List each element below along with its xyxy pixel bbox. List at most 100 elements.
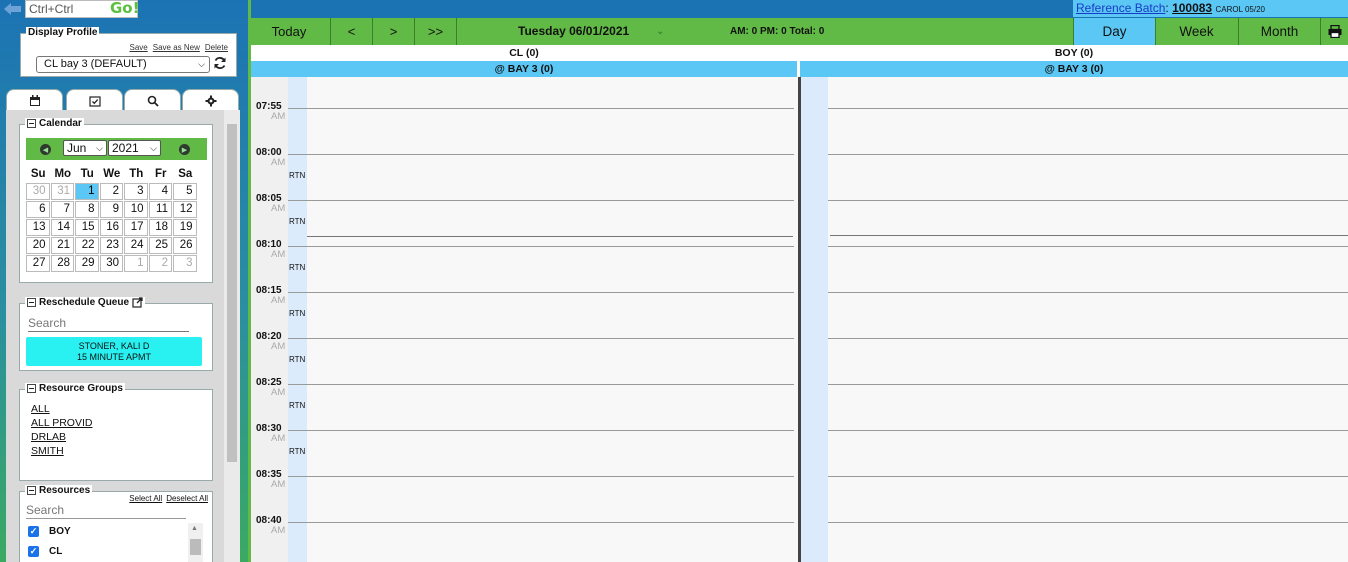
resource-search-input[interactable]: Search — [26, 502, 186, 519]
resources-scroll-thumb[interactable] — [190, 539, 201, 555]
am-label: AM — [271, 525, 286, 536]
calendar-day[interactable]: 28 — [50, 255, 74, 272]
external-link-icon[interactable] — [132, 297, 143, 308]
quick-search-bar: Ctrl+Ctrl Go! — [0, 0, 248, 18]
calendar-day[interactable]: 3 — [124, 183, 148, 200]
tab-search[interactable] — [124, 89, 181, 111]
calendar-day[interactable]: 31 — [50, 183, 74, 200]
month-view-button[interactable]: Month — [1238, 18, 1320, 45]
reschedule-queue-item[interactable]: STONER, KALI D 15 MINUTE APMT — [26, 337, 202, 366]
calendar-day[interactable]: 30 — [99, 255, 123, 272]
am-label: AM — [271, 111, 286, 122]
save-profile-link[interactable]: Save — [130, 43, 148, 52]
queue-item-name: STONER, KALI D — [78, 341, 150, 351]
calendar-day[interactable]: 17 — [124, 219, 148, 236]
chevron-down-icon[interactable]: ⌄ — [656, 26, 664, 37]
calendar-day[interactable]: 5 — [173, 183, 197, 200]
calendar-day[interactable]: 9 — [99, 201, 123, 218]
resource-groups-legend[interactable]: Resource Groups — [25, 383, 125, 394]
calendar-day[interactable]: 18 — [148, 219, 172, 236]
prev-button[interactable]: < — [331, 18, 373, 45]
calendar-day[interactable]: 14 — [50, 219, 74, 236]
resource-group-link[interactable]: ALL — [31, 402, 92, 416]
reference-batch-number[interactable]: 100083 — [1172, 1, 1212, 15]
resource-group-link[interactable]: ALL PROVID — [31, 416, 92, 430]
resource-item-boy[interactable]: ✓ BOY — [28, 526, 71, 537]
checkbox-checked-icon[interactable]: ✓ — [28, 526, 39, 537]
week-view-button[interactable]: Week — [1155, 18, 1237, 45]
calendar-day[interactable]: 8 — [75, 201, 99, 218]
reschedule-queue-legend[interactable]: Reschedule Queue — [25, 297, 146, 308]
calendar-day[interactable]: 11 — [148, 201, 172, 218]
calendar-day[interactable]: 12 — [173, 201, 197, 218]
date-picker[interactable]: Tuesday 06/01/2021 — [518, 18, 629, 45]
delete-profile-link[interactable]: Delete — [205, 43, 228, 52]
calendar-day[interactable]: 29 — [75, 255, 99, 272]
column-header-boy[interactable]: BOY (0) — [800, 45, 1348, 61]
resources-panel: Resources Select All Deselect All Search… — [19, 485, 213, 562]
time-slot-line — [288, 476, 794, 477]
tab-settings[interactable] — [182, 89, 239, 111]
today-button[interactable]: Today — [248, 18, 331, 45]
resource-group-link[interactable]: SMITH — [31, 444, 92, 458]
schedule-grid[interactable]: 07:55 AM 08:00 AM RTN 08:05 AM RTN 08:10 AM RTN 08:… — [251, 77, 1348, 562]
resources-legend[interactable]: Resources — [25, 485, 93, 496]
scroll-up-icon[interactable]: ▲ — [191, 525, 198, 532]
resource-groups-panel: Resource Groups ALL ALL PROVID DRLAB SMI… — [19, 383, 213, 481]
month-select[interactable]: Jun ⌵ — [63, 140, 107, 156]
collapse-icon[interactable] — [27, 384, 36, 393]
tab-tasks[interactable] — [66, 89, 123, 111]
calendar-day[interactable]: 22 — [75, 237, 99, 254]
sidebar-scrollbar[interactable] — [224, 110, 240, 562]
collapse-icon[interactable] — [27, 486, 36, 495]
calendar-day[interactable]: 13 — [26, 219, 50, 236]
prev-month-icon[interactable]: ◀ — [40, 144, 51, 155]
calendar-day[interactable]: 25 — [148, 237, 172, 254]
reschedule-search-input[interactable]: Search — [28, 315, 189, 332]
sidebar-scroll-thumb[interactable] — [227, 124, 237, 462]
calendar-day[interactable]: 23 — [99, 237, 123, 254]
calendar-day[interactable]: 20 — [26, 237, 50, 254]
next-button[interactable]: > — [373, 18, 415, 45]
fast-forward-button[interactable]: >> — [415, 18, 457, 45]
tab-calendar[interactable] — [6, 89, 63, 111]
calendar-day[interactable]: 19 — [173, 219, 197, 236]
calendar-day[interactable]: 30 — [26, 183, 50, 200]
profile-select[interactable]: CL bay 3 (DEFAULT) ⌵ — [36, 56, 210, 73]
calendar-day[interactable]: 1 — [75, 183, 99, 200]
calendar-day[interactable]: 4 — [148, 183, 172, 200]
day-view-button[interactable]: Day — [1073, 18, 1155, 45]
calendar-day[interactable]: 7 — [50, 201, 74, 218]
go-button[interactable]: Go! — [110, 0, 139, 17]
calendar-day[interactable]: 6 — [26, 201, 50, 218]
calendar-day[interactable]: 15 — [75, 219, 99, 236]
column-header-cl[interactable]: CL (0) — [251, 45, 797, 61]
chevron-down-icon: ⌵ — [96, 143, 103, 153]
calendar-day[interactable]: 21 — [50, 237, 74, 254]
next-month-icon[interactable]: ▶ — [179, 144, 190, 155]
calendar-day[interactable]: 2 — [148, 255, 172, 272]
resources-scrollbar[interactable]: ▲ — [188, 523, 203, 562]
calendar-day[interactable]: 10 — [124, 201, 148, 218]
checkbox-checked-icon[interactable]: ✓ — [28, 546, 39, 557]
refresh-icon[interactable] — [213, 56, 227, 70]
calendar-day[interactable]: 1 — [124, 255, 148, 272]
display-profile-legend: Display Profile — [26, 27, 100, 38]
calendar-day[interactable]: 16 — [99, 219, 123, 236]
year-select[interactable]: 2021 ⌵ — [108, 140, 161, 156]
reference-batch-link[interactable]: Reference Batch — [1076, 1, 1165, 15]
resource-item-cl[interactable]: ✓ CL — [28, 546, 62, 557]
save-as-new-link[interactable]: Save as New — [153, 43, 200, 52]
resource-group-link[interactable]: DRLAB — [31, 430, 92, 444]
collapse-icon[interactable] — [27, 119, 36, 128]
calendar-day[interactable]: 27 — [26, 255, 50, 272]
calendar-legend[interactable]: Calendar — [25, 118, 84, 129]
collapse-icon[interactable] — [27, 298, 36, 307]
calendar-day[interactable]: 24 — [124, 237, 148, 254]
calendar-day[interactable]: 2 — [99, 183, 123, 200]
rtn-label: RTN — [289, 263, 306, 272]
calendar-day[interactable]: 26 — [173, 237, 197, 254]
back-arrow-icon[interactable] — [2, 2, 22, 16]
calendar-day[interactable]: 3 — [173, 255, 197, 272]
print-button[interactable] — [1320, 18, 1348, 45]
